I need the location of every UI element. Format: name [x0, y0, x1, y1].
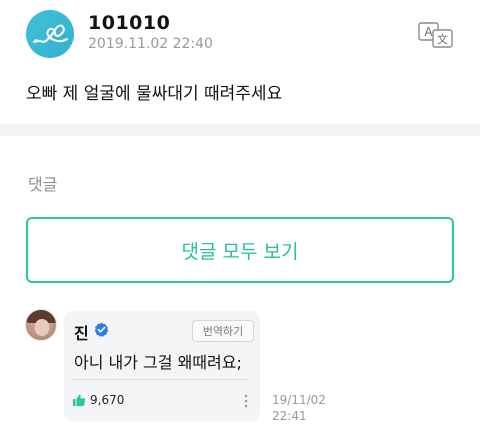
- svg-text:文: 文: [437, 32, 448, 46]
- view-all-comments-button[interactable]: 댓글 모두 보기: [26, 217, 454, 283]
- comment-timestamp: 19/11/02 22:41: [272, 392, 332, 424]
- translate-icon: A 文: [418, 22, 453, 48]
- like-button[interactable]: 9,670: [72, 393, 124, 407]
- like-count: 9,670: [90, 393, 125, 407]
- comment-divider: [72, 379, 248, 380]
- more-options-button[interactable]: [240, 393, 252, 409]
- more-vertical-icon: [244, 394, 248, 408]
- verified-badge-icon: [94, 322, 109, 337]
- comment-card: 진 번역하기 아니 내가 그걸 왜때려요; 9,670: [64, 311, 260, 421]
- post-timestamp: 2019.11.02 22:40: [88, 36, 213, 52]
- post-body: 오빠 제 얼굴에 물싸대기 때려주세요: [26, 84, 283, 104]
- post-header: 101010 2019.11.02 22:40 A 文 오빠 제 얼굴에 물싸대…: [0, 0, 480, 124]
- comment-author[interactable]: 진: [74, 320, 89, 344]
- comments-heading: 댓글: [28, 175, 58, 194]
- heart-scribble-icon: [33, 24, 68, 43]
- comment-translate-button[interactable]: 번역하기: [192, 320, 254, 342]
- svg-text:A: A: [424, 25, 433, 39]
- comment-text: 아니 내가 그걸 왜때려요;: [74, 353, 242, 372]
- thumbs-up-icon: [72, 394, 86, 407]
- comment-time: 22:41: [272, 409, 307, 423]
- section-divider: [0, 124, 480, 136]
- translate-button[interactable]: A 文: [418, 22, 454, 48]
- avatar[interactable]: [26, 10, 74, 58]
- avatar[interactable]: [25, 309, 57, 341]
- avatar-face: [35, 319, 49, 336]
- post-username[interactable]: 101010: [88, 12, 170, 34]
- comment-date: 19/11/02: [272, 393, 326, 407]
